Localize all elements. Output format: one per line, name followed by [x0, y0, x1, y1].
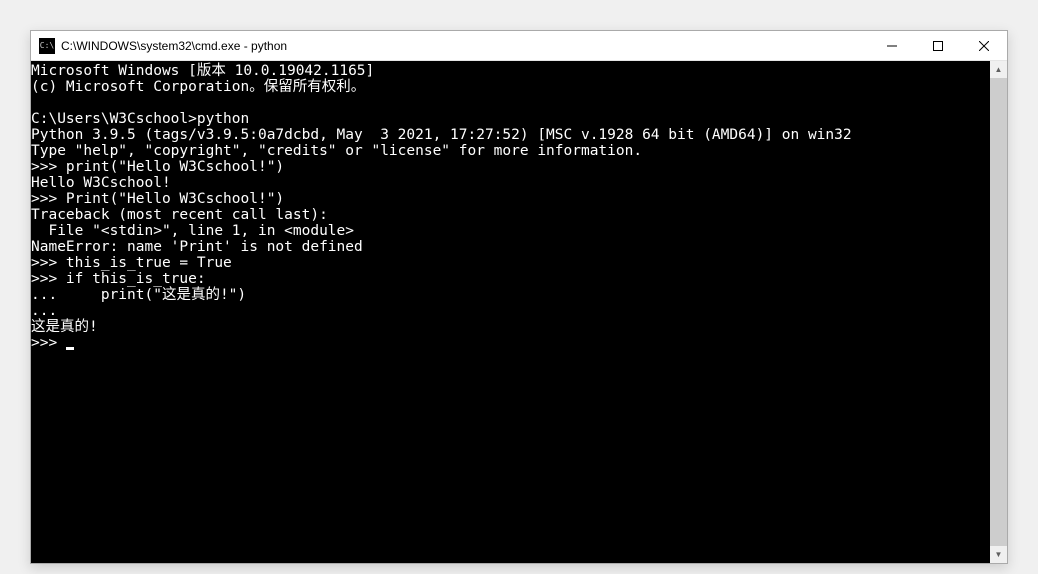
terminal-output[interactable]: Microsoft Windows [版本 10.0.19042.1165] (… [31, 61, 990, 563]
window-controls [869, 31, 1007, 60]
close-button[interactable] [961, 31, 1007, 60]
terminal-cursor [66, 347, 74, 350]
scroll-thumb[interactable] [990, 78, 1007, 546]
cmd-icon: C:\ [39, 38, 55, 54]
scroll-up-arrow[interactable]: ▲ [990, 61, 1007, 78]
minimize-icon [887, 41, 897, 51]
vertical-scrollbar[interactable]: ▲ ▼ [990, 61, 1007, 563]
scroll-track[interactable] [990, 78, 1007, 546]
terminal-area: Microsoft Windows [版本 10.0.19042.1165] (… [31, 61, 1007, 563]
maximize-icon [933, 41, 943, 51]
cmd-window: C:\ C:\WINDOWS\system32\cmd.exe - python… [30, 30, 1008, 564]
scroll-down-arrow[interactable]: ▼ [990, 546, 1007, 563]
close-icon [979, 41, 989, 51]
minimize-button[interactable] [869, 31, 915, 60]
maximize-button[interactable] [915, 31, 961, 60]
titlebar[interactable]: C:\ C:\WINDOWS\system32\cmd.exe - python [31, 31, 1007, 61]
window-title: C:\WINDOWS\system32\cmd.exe - python [61, 39, 869, 53]
